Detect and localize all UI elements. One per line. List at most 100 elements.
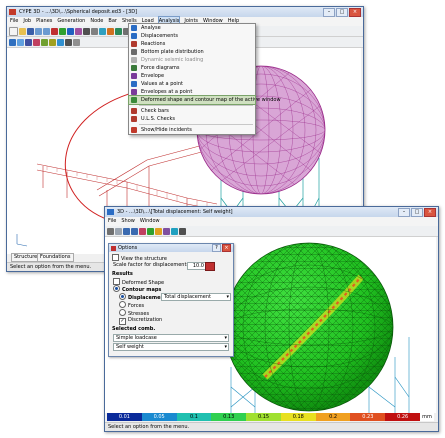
deformed-shape-checkbox[interactable]: [113, 278, 120, 285]
menu-item-analyse[interactable]: Analyse: [129, 24, 255, 32]
force-diagram-icon: [131, 65, 137, 71]
persp-icon[interactable]: [25, 38, 32, 46]
close-button[interactable]: ×: [222, 244, 231, 252]
envelopes-point-icon: [131, 89, 137, 95]
cype-app-icon: [9, 9, 16, 15]
uls-checks-icon: [131, 116, 137, 122]
back-window-titlebar[interactable]: CYPE 3D - ...\3D\...\Spherical deposit.e…: [7, 7, 363, 17]
options-dialog-titlebar[interactable]: Options ? ×: [109, 244, 233, 252]
menu-item-envelope[interactable]: Envelope: [129, 72, 255, 80]
render-icon[interactable]: [147, 227, 154, 235]
stresses-radio[interactable]: [119, 309, 126, 316]
maximize-button[interactable]: □: [411, 208, 423, 217]
wire-icon[interactable]: [17, 38, 24, 46]
menu-item-displacements[interactable]: Displacements: [129, 32, 255, 40]
loadcase-select[interactable]: Self weight: [113, 343, 229, 351]
close-button[interactable]: ×: [349, 8, 361, 17]
options-icon[interactable]: [163, 227, 170, 235]
check-bars-icon: [131, 108, 137, 114]
scale-factor-label: Scale factor for displacements: [113, 262, 190, 268]
front-window-titlebar[interactable]: 3D - ...\3D\...\[Total displacement: Sel…: [105, 207, 438, 217]
save-icon[interactable]: [27, 27, 34, 35]
analysis-dropdown-menu: Analyse Displacements Reactions Bottom p…: [128, 23, 281, 135]
menu-item-dynamic-seismic[interactable]: Dynamic seismic loading: [129, 56, 255, 64]
menu-file[interactable]: File: [10, 17, 18, 26]
menu-item-check-bars[interactable]: Check bars: [129, 107, 255, 115]
animate-icon[interactable]: [171, 227, 178, 235]
pan-icon[interactable]: [91, 27, 98, 35]
zoom-in-icon[interactable]: [123, 227, 130, 235]
filter-icon[interactable]: [49, 38, 56, 46]
layer-icon[interactable]: [107, 27, 114, 35]
group-icon[interactable]: [115, 27, 122, 35]
menu-planes[interactable]: Planes: [36, 17, 52, 26]
rotate-icon[interactable]: [33, 38, 40, 46]
redo-icon[interactable]: [43, 27, 50, 35]
menu-item-reactions[interactable]: Reactions: [129, 40, 255, 48]
discretization-row[interactable]: ✓ Discretization: [119, 317, 162, 325]
section-icon[interactable]: [41, 38, 48, 46]
close-button[interactable]: ×: [424, 208, 436, 217]
contour-maps-radio[interactable]: [113, 285, 120, 292]
menu-item-force-diagrams[interactable]: Force diagrams: [129, 64, 255, 72]
menu-item-envelopes-at-point[interactable]: Envelopes at a point: [129, 88, 255, 96]
legend-cell: 0.2: [315, 413, 351, 421]
help-button[interactable]: ?: [212, 244, 221, 252]
minimize-button[interactable]: –: [323, 8, 335, 17]
view-icon[interactable]: [99, 27, 106, 35]
open-icon[interactable]: [19, 27, 26, 35]
render-icon[interactable]: [9, 38, 16, 46]
legend-unit: mm: [420, 413, 435, 421]
maximize-button[interactable]: □: [336, 8, 348, 17]
menu-file[interactable]: File: [108, 217, 116, 226]
menu-bar[interactable]: Bar: [108, 17, 117, 26]
rotate-icon[interactable]: [139, 227, 146, 235]
tab-foundations[interactable]: Foundations: [37, 253, 74, 262]
legend-cell: 0.26: [385, 413, 421, 421]
menu-window[interactable]: Window: [140, 217, 160, 226]
view-structure-checkbox[interactable]: [112, 254, 119, 261]
discretization-checkbox[interactable]: ✓: [119, 318, 126, 325]
info-icon[interactable]: [57, 38, 64, 46]
zoom-icon[interactable]: [83, 27, 90, 35]
forces-radio[interactable]: [119, 301, 126, 308]
legend-cell: 0.05: [141, 413, 177, 421]
color-map-icon[interactable]: [155, 227, 162, 235]
node-icon[interactable]: [51, 27, 58, 35]
displacements-icon: [131, 33, 137, 39]
minimize-button[interactable]: –: [398, 208, 410, 217]
bar-icon[interactable]: [59, 27, 66, 35]
menu-generation[interactable]: Generation: [57, 17, 85, 26]
calc-icon[interactable]: [75, 27, 82, 35]
scale-factor-picker-icon[interactable]: [205, 262, 215, 271]
displacements-radio[interactable]: [119, 293, 126, 300]
menu-job[interactable]: Job: [23, 17, 31, 26]
measure-icon[interactable]: [73, 38, 80, 46]
seismic-icon: [131, 57, 137, 63]
menu-item-deformed-shape[interactable]: Deformed shape and contour map of the ac…: [128, 95, 281, 105]
menu-node[interactable]: Node: [90, 17, 103, 26]
window-app-icon: [107, 209, 114, 215]
new-icon[interactable]: [9, 26, 18, 36]
combination-type-select[interactable]: Simple loadcase: [113, 334, 229, 342]
load-icon[interactable]: [67, 27, 74, 35]
export-icon[interactable]: [179, 227, 186, 235]
front-toolbar: [105, 226, 438, 237]
front-menubar: File Show Window: [105, 217, 438, 226]
legend-cell: 0.13: [211, 413, 247, 421]
menu-show[interactable]: Show: [121, 217, 135, 226]
scale-factor-input[interactable]: 10.0: [187, 262, 207, 270]
front-window-title: 3D - ...\3D\...\[Total displacement: Sel…: [117, 209, 233, 215]
zoom-out-icon[interactable]: [131, 227, 138, 235]
copy-icon[interactable]: [115, 227, 122, 235]
displacement-type-select[interactable]: Total displacement: [161, 293, 231, 301]
menu-item-uls-checks[interactable]: U.L.S. Checks: [129, 115, 255, 123]
tab-structure[interactable]: Structure: [11, 253, 41, 262]
select-icon[interactable]: [65, 38, 72, 46]
deformed-shape-icon: [131, 97, 137, 103]
print-icon[interactable]: [107, 227, 114, 235]
menu-item-values-at-point[interactable]: Values at a point: [129, 80, 255, 88]
undo-icon[interactable]: [35, 27, 42, 35]
menu-item-show-hide-incidents[interactable]: Show/Hide incidents: [129, 126, 255, 134]
menu-item-bottom-plate[interactable]: Bottom plate distribution: [129, 48, 255, 56]
